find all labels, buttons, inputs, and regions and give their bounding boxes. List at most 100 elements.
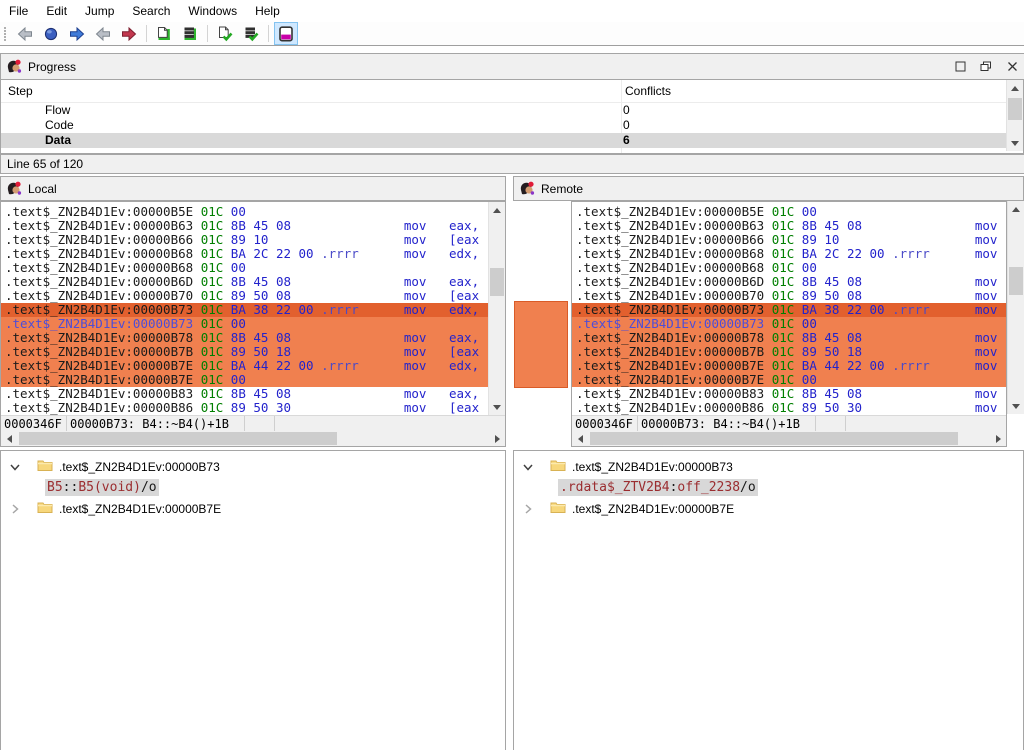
windows-button[interactable]	[973, 57, 999, 76]
scroll-up-button[interactable]	[489, 202, 505, 218]
asm-line[interactable]: .text$_ZN2B4D1Ev:00000B68 01C 00	[572, 261, 1006, 275]
menu-item-windows[interactable]: Windows	[179, 1, 246, 21]
asm-line[interactable]: .text$_ZN2B4D1Ev:00000B78 01C 8B 45 08mo…	[572, 331, 1006, 345]
scroll-down-button[interactable]	[1007, 135, 1023, 151]
asm-line[interactable]: .text$_ZN2B4D1Ev:00000B7E 01C 00	[1, 373, 505, 387]
scroll-up-button[interactable]	[1007, 80, 1023, 96]
scroll-down-button[interactable]	[1008, 398, 1024, 414]
document-local-button[interactable]	[152, 22, 176, 45]
current-position-button[interactable]	[39, 22, 63, 45]
document-accept-button[interactable]	[213, 22, 237, 45]
asm-line[interactable]: .text$_ZN2B4D1Ev:00000B68 01C BA 2C 22 0…	[1, 247, 505, 261]
scroll-left-button[interactable]	[1, 431, 17, 447]
expand-toggle[interactable]	[9, 503, 21, 515]
expand-toggle[interactable]	[522, 503, 534, 515]
scroll-right-button[interactable]	[990, 431, 1006, 447]
scrollbar-thumb[interactable]	[1009, 267, 1023, 295]
asm-line[interactable]: .text$_ZN2B4D1Ev:00000B6D 01C 8B 45 08mo…	[1, 275, 505, 289]
asm-line[interactable]: .text$_ZN2B4D1Ev:00000B78 01C 8B 45 08mo…	[1, 331, 505, 345]
progress-row-code[interactable]: Code0	[1, 118, 1023, 133]
asm-bytes: 00	[231, 260, 246, 275]
asm-line[interactable]: .text$_ZN2B4D1Ev:00000B66 01C 89 10mov[e…	[572, 233, 1006, 247]
menu-item-edit[interactable]: Edit	[37, 1, 76, 21]
asm-line[interactable]: .text$_ZN2B4D1Ev:00000B7E 01C 00	[572, 373, 1006, 387]
scroll-left-button[interactable]	[572, 431, 588, 447]
asm-line[interactable]: .text$_ZN2B4D1Ev:00000B86 01C 89 50 30mo…	[572, 401, 1006, 415]
next-conflict-button[interactable]	[117, 22, 141, 45]
leaf-segment: B5(void)	[78, 480, 141, 495]
navigate-back-button[interactable]	[13, 22, 37, 45]
asm-line[interactable]: .text$_ZN2B4D1Ev:00000B83 01C 8B 45 08mo…	[572, 387, 1006, 401]
tree-leaf-row[interactable]: .rdata$_ZTV2B4:off_2238/o	[514, 477, 1023, 498]
list-local-button[interactable]	[178, 22, 202, 45]
scrollbar-thumb[interactable]	[490, 268, 504, 296]
asm-line[interactable]: .text$_ZN2B4D1Ev:00000B5E 01C 00	[1, 205, 505, 219]
scroll-right-button[interactable]	[489, 431, 505, 447]
asm-line[interactable]: .text$_ZN2B4D1Ev:00000B73 01C 00	[1, 317, 505, 331]
scrollbar-thumb[interactable]	[19, 432, 337, 445]
previous-conflict-button[interactable]	[91, 22, 115, 45]
list-accept-button[interactable]	[239, 22, 263, 45]
asm-bytes: 00	[802, 372, 817, 387]
scrollbar-thumb[interactable]	[590, 432, 958, 445]
close-button[interactable]	[999, 57, 1024, 76]
asm-line[interactable]: .text$_ZN2B4D1Ev:00000B63 01C 8B 45 08mo…	[572, 219, 1006, 233]
asm-label: .text$_ZN2B4D1Ev:00000B7E	[5, 372, 193, 387]
asm-mnemonic: mov	[975, 289, 998, 303]
local-vertical-scrollbar[interactable]	[488, 202, 505, 415]
asm-line[interactable]: .text$_ZN2B4D1Ev:00000B6D 01C 8B 45 08mo…	[572, 275, 1006, 289]
remote-listing: .text$_ZN2B4D1Ev:00000B5E 01C 00.text$_Z…	[571, 201, 1007, 447]
asm-line[interactable]: .text$_ZN2B4D1Ev:00000B73 01C BA 38 22 0…	[572, 303, 1006, 317]
asm-operand: [eax	[449, 345, 479, 359]
asm-line[interactable]: .text$_ZN2B4D1Ev:00000B86 01C 89 50 30mo…	[1, 401, 505, 415]
navigate-forward-button[interactable]	[65, 22, 89, 45]
progress-row-data[interactable]: Data6	[1, 133, 1023, 148]
tree-node[interactable]: .text$_ZN2B4D1Ev:00000B73	[1, 456, 505, 477]
merge-view-toggle-button[interactable]	[274, 22, 298, 45]
scrollbar-thumb[interactable]	[1008, 98, 1022, 120]
menu-item-search[interactable]: Search	[123, 1, 179, 21]
asm-line[interactable]: .text$_ZN2B4D1Ev:00000B70 01C 89 50 08mo…	[1, 289, 505, 303]
asm-line[interactable]: .text$_ZN2B4D1Ev:00000B63 01C 8B 45 08mo…	[1, 219, 505, 233]
remote-vertical-scrollbar[interactable]	[1007, 201, 1024, 414]
asm-operand: eax,	[449, 387, 479, 401]
status-cell	[245, 416, 275, 432]
asm-line[interactable]: .text$_ZN2B4D1Ev:00000B66 01C 89 10mov[e…	[1, 233, 505, 247]
chevron-right-icon	[522, 503, 534, 515]
menu-item-help[interactable]: Help	[246, 1, 289, 21]
asm-line[interactable]: .text$_ZN2B4D1Ev:00000B7E 01C BA 44 22 0…	[1, 359, 505, 373]
local-horizontal-scrollbar[interactable]	[1, 431, 505, 446]
remote-horizontal-scrollbar[interactable]	[572, 431, 1006, 446]
scroll-down-button[interactable]	[489, 399, 505, 415]
asm-line[interactable]: .text$_ZN2B4D1Ev:00000B7E 01C BA 44 22 0…	[572, 359, 1006, 373]
tree-node[interactable]: .text$_ZN2B4D1Ev:00000B7E	[514, 498, 1023, 519]
expand-toggle[interactable]	[522, 461, 534, 473]
tree-leaf-row[interactable]: B5::B5(void)/o	[1, 477, 505, 498]
menu-item-jump[interactable]: Jump	[76, 1, 123, 21]
expand-toggle[interactable]	[9, 461, 21, 473]
asm-mnemonic: mov	[975, 387, 998, 401]
progress-row-flow[interactable]: Flow0	[1, 103, 1023, 118]
asm-line[interactable]: .text$_ZN2B4D1Ev:00000B73 01C BA 38 22 0…	[1, 303, 505, 317]
toolbar-grip[interactable]	[4, 33, 6, 35]
asm-label: .text$_ZN2B4D1Ev:00000B68	[5, 260, 193, 275]
asm-line[interactable]: .text$_ZN2B4D1Ev:00000B70 01C 89 50 08mo…	[572, 289, 1006, 303]
conflict-value[interactable]: .rdata$_ZTV2B4:off_2238/o	[558, 479, 758, 496]
progress-scrollbar[interactable]	[1006, 80, 1023, 151]
asm-mnemonic: mov	[404, 303, 427, 317]
scroll-up-button[interactable]	[1008, 201, 1024, 217]
asm-line[interactable]: .text$_ZN2B4D1Ev:00000B73 01C 00	[572, 317, 1006, 331]
asm-line[interactable]: .text$_ZN2B4D1Ev:00000B83 01C 8B 45 08mo…	[1, 387, 505, 401]
diff-connector-block	[514, 301, 568, 388]
asm-operand: [eax	[449, 401, 479, 415]
menu-item-file[interactable]: File	[0, 1, 37, 21]
conflict-value[interactable]: B5::B5(void)/o	[45, 479, 159, 496]
asm-line[interactable]: .text$_ZN2B4D1Ev:00000B7B 01C 89 50 18mo…	[572, 345, 1006, 359]
maximize-button[interactable]	[947, 57, 973, 76]
asm-line[interactable]: .text$_ZN2B4D1Ev:00000B68 01C 00	[1, 261, 505, 275]
asm-line[interactable]: .text$_ZN2B4D1Ev:00000B68 01C BA 2C 22 0…	[572, 247, 1006, 261]
tree-node[interactable]: .text$_ZN2B4D1Ev:00000B73	[514, 456, 1023, 477]
tree-node[interactable]: .text$_ZN2B4D1Ev:00000B7E	[1, 498, 505, 519]
asm-line[interactable]: .text$_ZN2B4D1Ev:00000B5E 01C 00	[572, 205, 1006, 219]
asm-line[interactable]: .text$_ZN2B4D1Ev:00000B7B 01C 89 50 18mo…	[1, 345, 505, 359]
